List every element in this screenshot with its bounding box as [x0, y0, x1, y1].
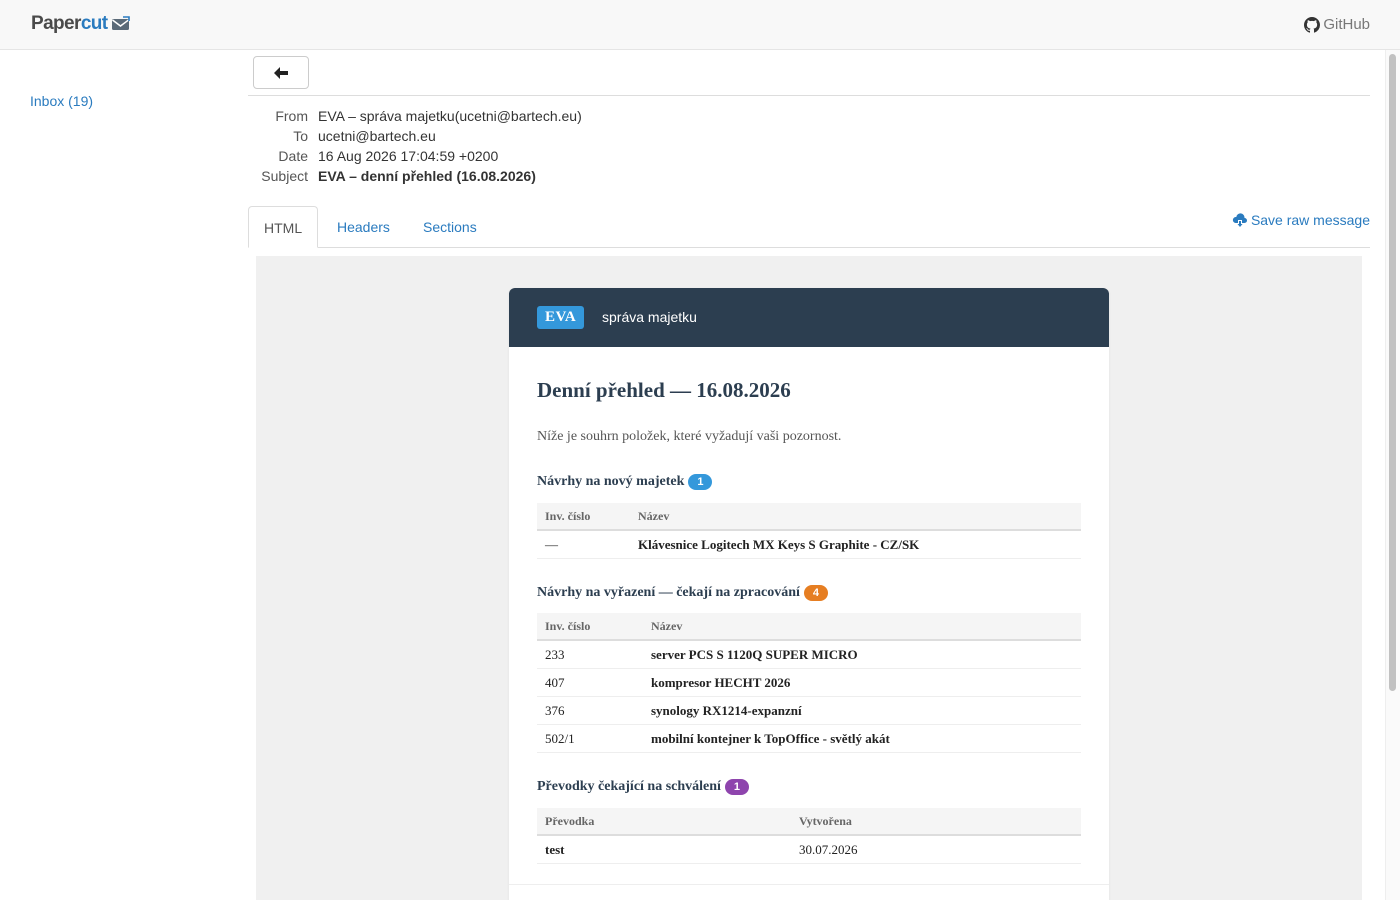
github-link[interactable]: GitHub [1304, 16, 1370, 33]
brand-logo[interactable]: Paper cut [31, 13, 131, 35]
section-title-text: Návrhy na vyřazení — čekají na zpracován… [537, 585, 800, 600]
brand-name-part1: Paper [31, 13, 81, 34]
count-badge: 4 [803, 585, 828, 601]
from-row: From EVA – správa majetku(ucetni@bartech… [248, 106, 582, 126]
table-cell: 233 [537, 640, 643, 669]
email-card: EVA správa majetku Denní přehled — 16.08… [509, 288, 1109, 900]
from-value: EVA – správa majetku(ucetni@bartech.eu) [318, 108, 582, 124]
arrow-left-icon [274, 66, 288, 79]
column-header: Inv. číslo [537, 503, 630, 531]
email-title: Denní přehled — 16.08.2026 [537, 378, 791, 402]
table-cell: 407 [537, 668, 643, 697]
header-subtitle: správa majetku [602, 309, 697, 325]
table-row: 376 synology RX1214-expanzní [537, 696, 1081, 725]
table-cell: kompresor HECHT 2026 [643, 668, 1081, 697]
section-title-transfers: Převodky čekající na schválení 1 [537, 779, 749, 795]
to-value: ucetni@bartech.eu [318, 128, 436, 144]
cloud-download-icon [1232, 213, 1247, 227]
top-navbar: Paper cut GitHub [0, 0, 1400, 50]
column-header: Název [630, 503, 1081, 531]
divider [509, 884, 1109, 885]
section-title-text: Převodky čekající na schválení [537, 779, 721, 794]
date-label: Date [278, 148, 308, 164]
column-header: Název [643, 613, 1081, 641]
tab-sections[interactable]: Sections [408, 206, 492, 248]
section-title-disposal: Návrhy na vyřazení — čekají na zpracován… [537, 585, 828, 601]
table-row: 233 server PCS S 1120Q SUPER MICRO [537, 640, 1081, 669]
table-row: 407 kompresor HECHT 2026 [537, 668, 1081, 697]
to-label: To [293, 128, 308, 144]
table-transfers: Převodka Vytvořena test 30.07.2026 [537, 808, 1081, 864]
date-value: 16 Aug 2026 17:04:59 +0200 [318, 148, 499, 164]
table-cell: 376 [537, 696, 643, 725]
html-preview-frame: EVA správa majetku Denní přehled — 16.08… [256, 256, 1362, 900]
save-raw-label: Save raw message [1250, 212, 1370, 228]
section-title-text: Návrhy na nový majetek [537, 474, 685, 489]
tab-headers[interactable]: Headers [322, 206, 405, 248]
count-badge: 1 [688, 474, 713, 490]
table-cell: — [537, 530, 630, 559]
view-tabs: HTML Headers Sections [248, 206, 1370, 248]
save-raw-message-link[interactable]: Save raw message [1232, 212, 1370, 228]
envelope-icon [111, 16, 130, 30]
subject-label: Subject [261, 168, 308, 184]
table-row: — Klávesnice Logitech MX Keys S Graphite… [537, 530, 1081, 559]
subject-value: EVA – denní přehled (16.08.2026) [318, 168, 536, 184]
brand-name-part2: cut [80, 13, 108, 34]
table-cell: server PCS S 1120Q SUPER MICRO [643, 640, 1081, 669]
github-label: GitHub [1323, 16, 1370, 33]
table-row: test 30.07.2026 [537, 835, 1081, 864]
date-row: Date 16 Aug 2026 17:04:59 +0200 [248, 146, 582, 166]
github-icon [1304, 16, 1321, 33]
table-cell: 502/1 [537, 724, 643, 753]
table-cell: test [537, 835, 791, 864]
page-scrollbar[interactable] [1385, 50, 1400, 900]
column-header: Inv. číslo [537, 613, 643, 641]
to-row: To ucetni@bartech.eu [248, 126, 582, 146]
table-cell: Klávesnice Logitech MX Keys S Graphite -… [630, 530, 1081, 559]
table-row: 502/1 mobilní kontejner k TopOffice - sv… [537, 724, 1081, 753]
from-label: From [275, 108, 308, 124]
table-cell: 30.07.2026 [791, 835, 1081, 864]
email-intro: Níže je souhrn položek, které vyžadují v… [537, 429, 842, 444]
message-headers: From EVA – správa majetku(ucetni@bartech… [248, 106, 582, 186]
sidebar-item-inbox[interactable]: Inbox (19) [30, 93, 93, 109]
divider [248, 95, 1370, 96]
table-disposal: Inv. číslo Název 233 server PCS S 1120Q … [537, 613, 1081, 753]
count-badge: 1 [724, 779, 749, 795]
eva-badge: EVA [537, 306, 585, 329]
scrollbar-thumb[interactable] [1389, 54, 1396, 691]
tab-html[interactable]: HTML [248, 206, 318, 248]
table-cell: mobilní kontejner k TopOffice - světlý a… [643, 724, 1081, 753]
section-title-new-assets: Návrhy na nový majetek 1 [537, 474, 713, 490]
subject-row: Subject EVA – denní přehled (16.08.2026) [248, 166, 582, 186]
column-header: Převodka [537, 808, 791, 836]
table-cell: synology RX1214-expanzní [643, 696, 1081, 725]
back-button[interactable] [253, 56, 309, 89]
table-new-assets: Inv. číslo Název — Klávesnice Logitech M… [537, 503, 1081, 559]
column-header: Vytvořena [791, 808, 1081, 836]
email-header-bar: EVA správa majetku [509, 288, 1109, 347]
